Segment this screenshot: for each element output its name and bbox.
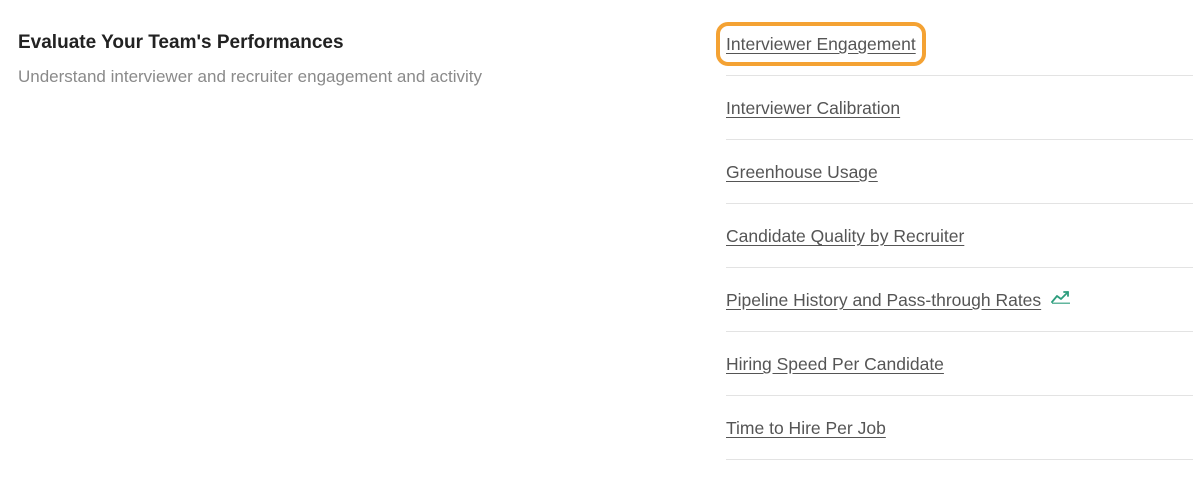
report-link-pipeline-history[interactable]: Pipeline History and Pass-through Rates xyxy=(726,288,1071,312)
section-title: Evaluate Your Team's Performances xyxy=(18,32,344,53)
report-item-hiring-speed: Hiring Speed Per Candidate xyxy=(726,332,1193,396)
section-header: Evaluate Your Team's Performances Unders… xyxy=(18,30,658,89)
report-item-pipeline-history: Pipeline History and Pass-through Rates xyxy=(726,268,1193,332)
report-item-interviewer-engagement: Interviewer Engagement xyxy=(716,12,1193,76)
report-link-interviewer-calibration[interactable]: Interviewer Calibration xyxy=(726,96,900,120)
report-item-time-to-hire: Time to Hire Per Job xyxy=(726,396,1193,460)
report-item-greenhouse-usage: Greenhouse Usage xyxy=(726,140,1193,204)
report-link-greenhouse-usage[interactable]: Greenhouse Usage xyxy=(726,160,878,184)
report-item-interviewer-calibration: Interviewer Calibration xyxy=(726,76,1193,140)
section-subtitle: Understand interviewer and recruiter eng… xyxy=(18,67,482,86)
report-link-pipeline-history-label: Pipeline History and Pass-through Rates xyxy=(726,290,1042,310)
report-link-candidate-quality-by-recruiter[interactable]: Candidate Quality by Recruiter xyxy=(726,224,964,248)
report-link-hiring-speed-per-candidate[interactable]: Hiring Speed Per Candidate xyxy=(726,352,944,376)
report-link-interviewer-engagement[interactable]: Interviewer Engagement xyxy=(716,22,926,66)
report-link-time-to-hire-per-job[interactable]: Time to Hire Per Job xyxy=(726,416,886,440)
trend-chart-icon xyxy=(1051,286,1071,310)
report-item-candidate-quality: Candidate Quality by Recruiter xyxy=(726,204,1193,268)
report-list: Interviewer Engagement Interviewer Calib… xyxy=(716,12,1193,460)
